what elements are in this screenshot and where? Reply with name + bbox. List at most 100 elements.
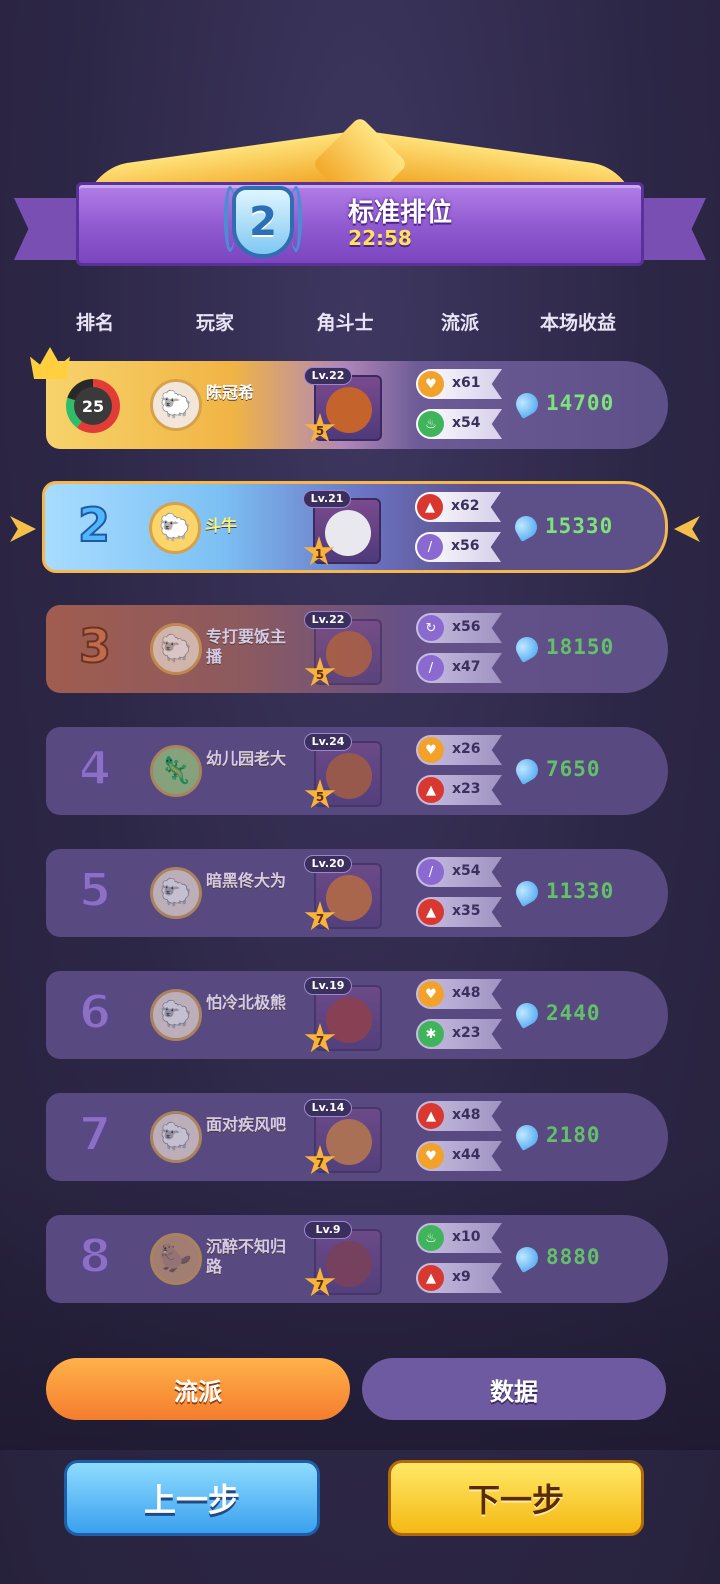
genre-count: x26 — [452, 741, 481, 757]
genre-tag[interactable]: ♥ x61 — [416, 369, 502, 399]
fighter-level: Lv.22 — [304, 367, 352, 385]
header-player: 玩家 — [195, 312, 235, 334]
genre-tag[interactable]: ▲ x48 — [416, 1101, 502, 1131]
earnings-value: 14700 — [546, 391, 615, 415]
player-name: 陈冠希 — [206, 383, 255, 402]
ranking-row-8[interactable]: 8 🦫 沉醉不知归路 Lv.9 7 ♨ x10 ▲ x9 8880 — [46, 1215, 668, 1303]
ranking-row-5[interactable]: 5 🐑 暗黑佟大为 Lv.20 7 / x54 ▲ x35 11330 — [46, 849, 668, 937]
rank-number: 6 — [78, 984, 112, 1040]
genre-tag[interactable]: ▲ x9 — [416, 1263, 502, 1293]
gem-icon — [511, 876, 543, 908]
player-name: 暗黑佟大为 — [206, 871, 287, 890]
ranking-row-2[interactable]: 2 🐑 斗牛 Lv.21 1 ▲ x62 / x56 15330 — [42, 481, 668, 573]
genre-tag[interactable]: ♥ x48 — [416, 979, 502, 1009]
my-rank-number: 2 — [249, 199, 277, 245]
player-avatar[interactable]: 🐑 — [150, 867, 202, 919]
genre-count: x48 — [452, 1107, 481, 1123]
player-avatar[interactable]: 🐑 — [150, 989, 202, 1041]
next-step-button[interactable]: 下一步 — [388, 1460, 644, 1536]
gem-icon — [511, 1242, 543, 1274]
rank-number: 3 — [78, 618, 112, 674]
ranking-row-3[interactable]: 3 🐑 专打要饭主播 Lv.22 5 ↻ x56 / x47 18150 — [46, 605, 668, 693]
genre-count: x54 — [452, 863, 481, 879]
genre-count: x23 — [452, 781, 481, 797]
fighter-stars: 5 — [315, 423, 325, 438]
fighter-level: Lv.21 — [303, 490, 351, 508]
flame-icon: ▲ — [418, 1265, 444, 1291]
genre-tag[interactable]: / x47 — [416, 653, 502, 683]
player-avatar[interactable]: 🦫 — [150, 1233, 202, 1285]
rank-number: 8 — [78, 1228, 112, 1284]
snowflake-icon: ✱ — [418, 1021, 444, 1047]
genre-count: x54 — [452, 415, 481, 431]
my-rank-badge: 2 — [232, 186, 294, 258]
genre-tag[interactable]: ✱ x23 — [416, 1019, 502, 1049]
genre-tag[interactable]: ▲ x23 — [416, 775, 502, 805]
crown-icon — [30, 347, 70, 379]
tab-data[interactable]: 数据 — [362, 1358, 666, 1420]
sword-icon: / — [418, 655, 444, 681]
player-name: 斗牛 — [205, 516, 238, 535]
fighter-level: Lv.22 — [304, 611, 352, 629]
earnings-value: 11330 — [546, 879, 615, 903]
genre-tag[interactable]: ♨ x10 — [416, 1223, 502, 1253]
genre-tag[interactable]: ♥ x26 — [416, 735, 502, 765]
genre-count: x35 — [452, 903, 481, 919]
genre-count: x23 — [452, 1025, 481, 1041]
gem-icon — [510, 511, 542, 543]
player-avatar[interactable]: 🦎 — [150, 745, 202, 797]
selected-arrow-right-icon — [674, 516, 700, 542]
flame-icon: ▲ — [418, 777, 444, 803]
header-rank: 排名 — [75, 312, 115, 334]
rank-number: 2 — [77, 497, 111, 553]
header-fighter: 角斗士 — [316, 312, 374, 334]
rank-number: 5 — [78, 862, 112, 918]
rank-number: 7 — [78, 1106, 112, 1162]
player-avatar[interactable]: 🐑 — [150, 379, 202, 431]
earnings-value: 15330 — [545, 514, 614, 538]
genre-tag[interactable]: / x56 — [415, 532, 501, 562]
gem-icon — [511, 754, 543, 786]
cycle-icon: ↻ — [418, 615, 444, 641]
fighter-level: Lv.19 — [304, 977, 352, 995]
player-name: 怕冷北极熊 — [206, 993, 287, 1012]
earnings-value: 7650 — [546, 757, 601, 781]
genre-tag[interactable]: ♨ x54 — [416, 409, 502, 439]
previous-step-button[interactable]: 上一步 — [64, 1460, 320, 1536]
earnings-value: 8880 — [546, 1245, 601, 1269]
ranking-row-7[interactable]: 7 🐑 面对疾风吧 Lv.14 7 ▲ x48 ♥ x44 2180 — [46, 1093, 668, 1181]
mode-title: 标准排位 — [347, 198, 452, 228]
genre-tag[interactable]: / x54 — [416, 857, 502, 887]
fighter-stars: 7 — [315, 1155, 325, 1170]
genre-tag[interactable]: ▲ x35 — [416, 897, 502, 927]
fighter-stars: 1 — [314, 546, 324, 561]
ranking-row-1[interactable]: 25 🐑 陈冠希 Lv.22 5 ♥ x61 ♨ x54 14700 — [30, 347, 668, 449]
player-name: 幼儿园老大 — [206, 749, 287, 768]
player-avatar[interactable]: 🐑 — [149, 502, 201, 554]
flame-icon: ▲ — [418, 899, 444, 925]
header-genre: 流派 — [440, 312, 480, 334]
genre-tag[interactable]: ♥ x44 — [416, 1141, 502, 1171]
heart-icon: ♥ — [418, 737, 444, 763]
genre-count: x56 — [451, 538, 480, 554]
earnings-value: 18150 — [546, 635, 615, 659]
flame-icon: ▲ — [417, 494, 443, 520]
player-avatar[interactable]: 🐑 — [150, 623, 202, 675]
tab-genre[interactable]: 流派 — [46, 1358, 350, 1420]
gem-icon — [511, 632, 543, 664]
rank-number: 4 — [78, 740, 112, 796]
fighter-level: Lv.20 — [304, 855, 352, 873]
fighter-stars: 7 — [315, 911, 325, 926]
gem-icon — [511, 388, 543, 420]
fighter-level: Lv.9 — [304, 1221, 352, 1239]
fighter-stars: 7 — [315, 1033, 325, 1048]
player-avatar[interactable]: 🐑 — [150, 1111, 202, 1163]
genre-count: x56 — [452, 619, 481, 635]
fighter-stars: 7 — [315, 1277, 325, 1292]
fighter-stars: 5 — [315, 667, 325, 682]
heart-icon: ♥ — [418, 1143, 444, 1169]
ranking-row-6[interactable]: 6 🐑 怕冷北极熊 Lv.19 7 ♥ x48 ✱ x23 2440 — [46, 971, 668, 1059]
genre-tag[interactable]: ▲ x62 — [415, 492, 501, 522]
ranking-row-4[interactable]: 4 🦎 幼儿园老大 Lv.24 5 ♥ x26 ▲ x23 7650 — [46, 727, 668, 815]
genre-tag[interactable]: ↻ x56 — [416, 613, 502, 643]
